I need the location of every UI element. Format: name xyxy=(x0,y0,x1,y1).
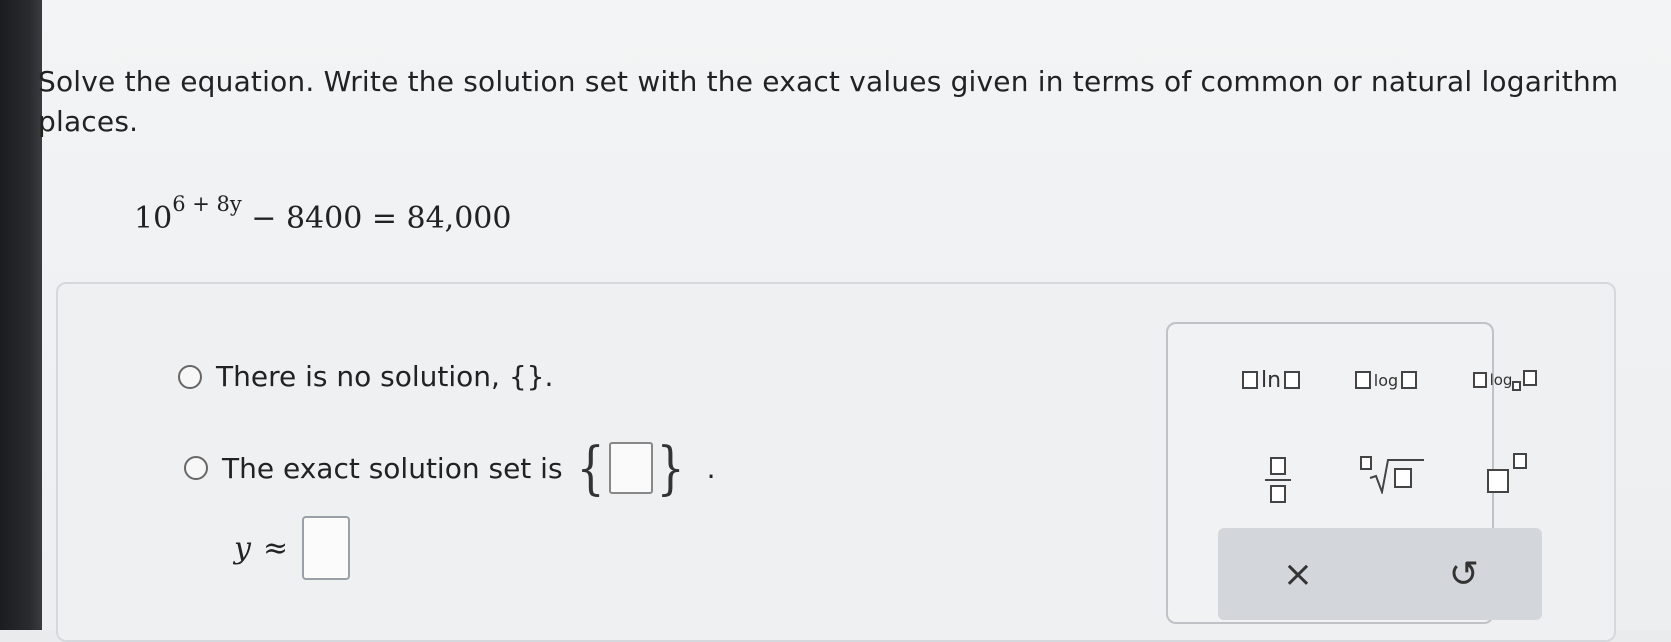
option-label: The exact solution set is xyxy=(222,451,563,485)
prompt-line-2: places. xyxy=(38,105,139,138)
log-base-template-icon: log xyxy=(1472,369,1538,391)
prompt-line-1: Solve the equation. Write the solution s… xyxy=(38,65,1619,98)
exponent-icon xyxy=(1487,453,1527,493)
approx-variable: y xyxy=(234,530,251,566)
equation-rest: − 8400 = 84,000 xyxy=(241,201,512,236)
clear-button[interactable]: × xyxy=(1268,546,1328,602)
nth-root-icon xyxy=(1360,454,1424,494)
log-template-icon: log xyxy=(1354,371,1418,390)
undo-icon: ↺ xyxy=(1448,553,1480,595)
radio-button[interactable] xyxy=(178,364,202,389)
clear-icon: × xyxy=(1282,553,1314,595)
monitor-bezel xyxy=(0,0,42,630)
radio-button[interactable] xyxy=(184,456,208,480)
option-label: There is no solution, {}. xyxy=(216,360,554,393)
question-prompt: Solve the equation. Write the solution s… xyxy=(38,62,1658,142)
log-template-button[interactable]: log xyxy=(1345,362,1427,398)
fraction-button[interactable] xyxy=(1258,450,1298,510)
undo-button[interactable]: ↺ xyxy=(1434,546,1494,602)
equation-exponent: 6 + 8y xyxy=(172,192,242,216)
ln-template-button[interactable]: ln xyxy=(1230,362,1312,398)
solution-set-box: { } xyxy=(576,434,685,502)
approx-answer: y ≈ xyxy=(234,516,351,580)
log-base-template-button[interactable]: log xyxy=(1460,362,1550,398)
option-no-solution[interactable]: There is no solution, {}. xyxy=(178,360,553,393)
approx-symbol: ≈ xyxy=(262,530,289,566)
equation: 106 + 8y − 8400 = 84,000 xyxy=(134,192,512,236)
exponent-button[interactable] xyxy=(1472,450,1542,496)
solution-set-input[interactable] xyxy=(608,442,653,494)
option-exact-solution[interactable]: The exact solution set is { } . xyxy=(184,434,715,502)
fraction-icon xyxy=(1265,457,1291,503)
nth-root-button[interactable] xyxy=(1356,452,1428,496)
ln-template-icon: ln xyxy=(1241,368,1301,393)
approx-input[interactable] xyxy=(302,516,351,580)
equation-base: 10 xyxy=(134,201,173,236)
